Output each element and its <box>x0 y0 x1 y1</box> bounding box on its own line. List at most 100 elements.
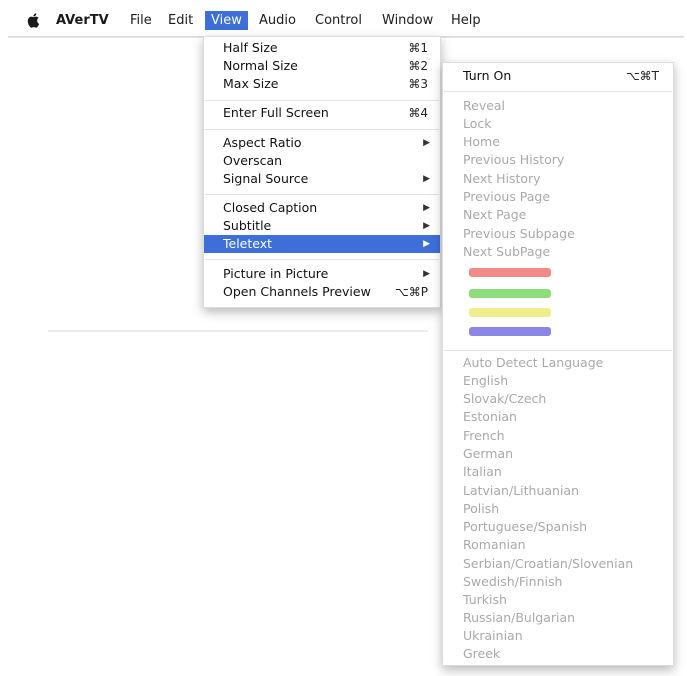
submenu-arrow-icon: ▶ <box>423 269 430 279</box>
submenu-arrow-icon: ▶ <box>423 203 430 213</box>
menu-item-label: Closed Caption <box>223 200 318 215</box>
menu-item-label: Italian <box>463 464 502 479</box>
menu-item-subtitle[interactable]: Subtitle ▶ <box>204 217 440 235</box>
menu-item-shortcut: ⌥⌘P <box>394 285 428 299</box>
menu-item-language[interactable]: Polish <box>443 500 673 518</box>
submenu-arrow-icon: ▶ <box>423 221 430 231</box>
menu-item-language[interactable]: Portuguese/Spanish <box>443 518 673 536</box>
menu-view[interactable]: View <box>205 11 248 30</box>
menu-item-shortcut: ⌥⌘T <box>625 69 659 83</box>
menu-item-label: Next History <box>463 171 541 186</box>
menu-item-turn-on[interactable]: Turn On ⌥⌘T <box>443 67 673 85</box>
menu-item-language[interactable]: Russian/Bulgarian <box>443 609 673 627</box>
menu-item-lock[interactable]: Lock <box>443 115 673 133</box>
menu-item-reveal[interactable]: Reveal <box>443 97 673 115</box>
menu-item-label: Ukrainian <box>463 628 523 643</box>
menu-item-label: Max Size <box>223 76 279 91</box>
menu-item-label: Swedish/Finnish <box>463 574 563 589</box>
menu-item-label: Open Channels Preview <box>223 284 371 299</box>
background-divider <box>48 330 428 332</box>
menu-app-avertv[interactable]: AVerTV <box>56 12 109 29</box>
menu-item-label: English <box>463 373 509 388</box>
menu-item-label: Previous History <box>463 152 565 167</box>
menu-item-label: Normal Size <box>223 58 298 73</box>
menu-item-shortcut: ⌘4 <box>408 106 428 120</box>
menu-item-label: Aspect Ratio <box>223 135 302 150</box>
menu-edit[interactable]: Edit <box>168 12 193 29</box>
menu-item-half-size[interactable]: Half Size ⌘1 <box>204 39 440 57</box>
menu-item-language[interactable]: Greek <box>443 645 673 663</box>
menu-item-next-page[interactable]: Next Page <box>443 206 673 224</box>
menu-item-label: Reveal <box>463 98 506 113</box>
menu-item-picture-in-picture[interactable]: Picture in Picture ▶ <box>204 265 440 283</box>
menu-item-language[interactable]: English <box>443 372 673 390</box>
menu-item-language[interactable]: Swedish/Finnish <box>443 573 673 591</box>
submenu-arrow-icon: ▶ <box>423 138 430 148</box>
menu-item-label: French <box>463 428 505 443</box>
menu-item-enter-full-screen[interactable]: Enter Full Screen ⌘4 <box>204 104 440 122</box>
menu-window[interactable]: Window <box>382 12 433 29</box>
menu-item-language[interactable]: Serbian/Croatian/Slovenian <box>443 555 673 573</box>
menu-item-label: Portuguese/Spanish <box>463 519 588 534</box>
menu-control[interactable]: Control <box>315 12 362 29</box>
menu-item-label: Auto Detect Language <box>463 355 604 370</box>
screen: AVerTV File Edit View Audio Control Wind… <box>0 0 687 676</box>
menu-item-open-channels-preview[interactable]: Open Channels Preview ⌥⌘P <box>204 283 440 301</box>
menu-item-label: Previous Page <box>463 189 551 204</box>
menu-item-label: Overscan <box>223 153 283 168</box>
apple-icon[interactable] <box>26 12 42 28</box>
menu-item-language[interactable]: Turkish <box>443 591 673 609</box>
menu-item-max-size[interactable]: Max Size ⌘3 <box>204 75 440 93</box>
menu-item-language[interactable]: German <box>443 445 673 463</box>
menu-item-language[interactable]: Romanian <box>443 536 673 554</box>
menu-item-label: Signal Source <box>223 171 309 186</box>
submenu-arrow-icon: ▶ <box>423 239 430 249</box>
menu-item-aspect-ratio[interactable]: Aspect Ratio ▶ <box>204 134 440 152</box>
yellow-key-button[interactable] <box>469 308 551 317</box>
menu-item-label: Enter Full Screen <box>223 105 329 120</box>
menu-item-label: Next Page <box>463 207 527 222</box>
menu-separator <box>205 129 439 130</box>
menu-audio[interactable]: Audio <box>259 12 296 29</box>
menu-item-label: Russian/Bulgarian <box>463 610 576 625</box>
teletext-submenu: Turn On ⌥⌘T Reveal Lock Home Previous Hi… <box>442 62 674 666</box>
menu-separator <box>205 259 439 260</box>
menu-item-next-subpage[interactable]: Next SubPage <box>443 243 673 261</box>
menu-item-language[interactable]: French <box>443 427 673 445</box>
menu-item-label: Greek <box>463 646 501 661</box>
menu-item-label: Latvian/Lithuanian <box>463 483 580 498</box>
green-key-button[interactable] <box>469 289 551 298</box>
view-menu: Half Size ⌘1 Normal Size ⌘2 Max Size ⌘3 … <box>203 36 441 308</box>
menu-item-label: German <box>463 446 514 461</box>
menu-item-language[interactable]: Ukrainian <box>443 627 673 645</box>
menu-item-language[interactable]: Latvian/Lithuanian <box>443 482 673 500</box>
menu-item-shortcut: ⌘3 <box>408 77 428 91</box>
menu-item-teletext[interactable]: Teletext ▶ <box>204 235 440 253</box>
menu-item-overscan[interactable]: Overscan <box>204 152 440 170</box>
menu-item-language[interactable]: Italian <box>443 463 673 481</box>
menu-item-label: Previous Subpage <box>463 226 575 241</box>
menu-item-home[interactable]: Home <box>443 133 673 151</box>
menu-item-language[interactable]: Slovak/Czech <box>443 390 673 408</box>
menu-item-closed-caption[interactable]: Closed Caption ▶ <box>204 199 440 217</box>
menu-separator <box>444 91 672 92</box>
red-key-button[interactable] <box>469 268 551 277</box>
menu-item-previous-subpage[interactable]: Previous Subpage <box>443 225 673 243</box>
menu-item-label: Polish <box>463 501 500 516</box>
menu-file[interactable]: File <box>130 12 152 29</box>
menu-item-label: Turn On <box>463 68 512 83</box>
menu-item-label: Estonian <box>463 409 517 424</box>
menu-help[interactable]: Help <box>451 12 481 29</box>
menu-item-label: Next SubPage <box>463 244 551 259</box>
menu-item-previous-page[interactable]: Previous Page <box>443 188 673 206</box>
menu-item-label: Half Size <box>223 40 278 55</box>
menu-item-language[interactable]: Auto Detect Language <box>443 354 673 372</box>
menu-item-previous-history[interactable]: Previous History <box>443 151 673 169</box>
menu-item-label: Slovak/Czech <box>463 391 547 406</box>
menu-separator <box>205 100 439 101</box>
blue-key-button[interactable] <box>469 327 551 336</box>
menu-item-signal-source[interactable]: Signal Source ▶ <box>204 170 440 188</box>
menu-item-normal-size[interactable]: Normal Size ⌘2 <box>204 57 440 75</box>
menu-item-language[interactable]: Estonian <box>443 408 673 426</box>
menu-item-next-history[interactable]: Next History <box>443 170 673 188</box>
